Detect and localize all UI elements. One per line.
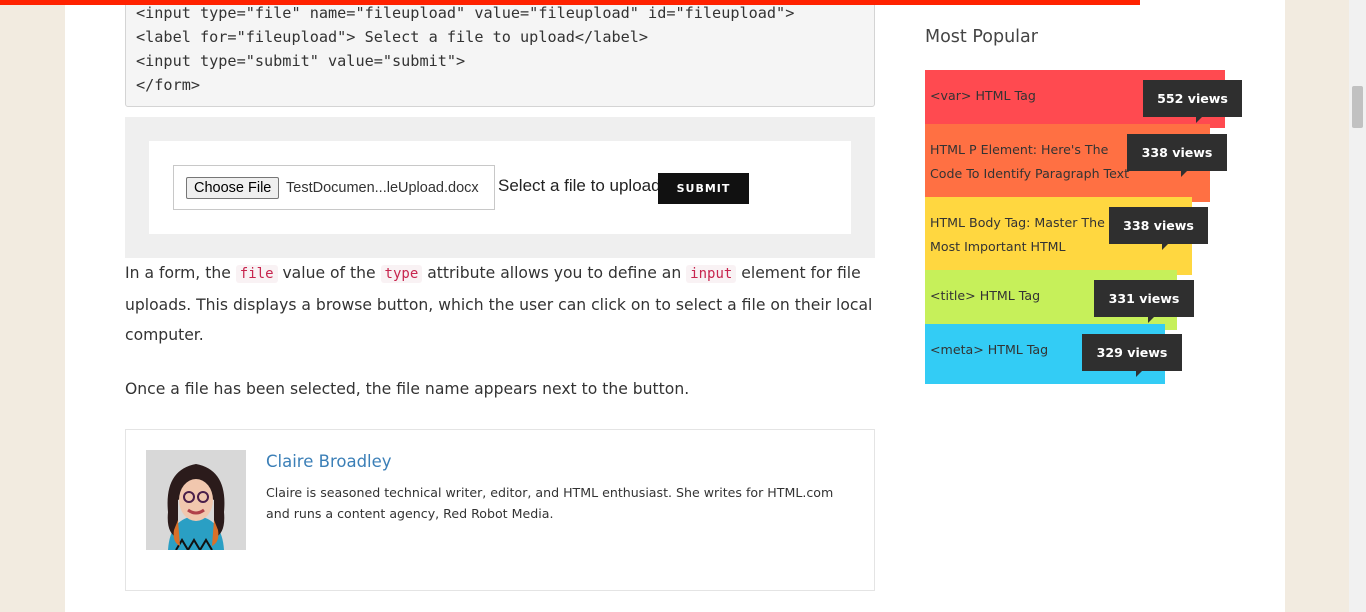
avatar-image xyxy=(146,450,246,550)
text: value of the xyxy=(277,264,381,282)
most-popular-heading: Most Popular xyxy=(925,27,1038,47)
text: attribute allows you to define an xyxy=(422,264,687,282)
reading-progress-bar xyxy=(0,0,1140,5)
selected-file-name: TestDocumen...leUpload.docx xyxy=(286,180,479,196)
author-avatar[interactable] xyxy=(146,450,246,550)
file-upload-label[interactable]: Select a file to upload xyxy=(498,176,661,196)
author-box: Claire Broadley Claire is seasoned techn… xyxy=(125,429,875,591)
popular-item-title[interactable]: <meta> HTML Tag xyxy=(930,338,1080,362)
article-paragraph: Once a file has been selected, the file … xyxy=(125,380,690,398)
inline-code: type xyxy=(380,265,423,283)
popular-item[interactable]: HTML Body Tag: Master The Most Important… xyxy=(925,197,1208,275)
code-line: </form> xyxy=(136,76,201,94)
inline-code: file xyxy=(235,265,278,283)
author-name[interactable]: Claire Broadley xyxy=(266,452,392,471)
popular-item-title-text[interactable]: HTML P Element: Here's The Code To Ident… xyxy=(930,142,1129,181)
code-line: <input type="submit" value="submit"> xyxy=(136,52,466,70)
scrollbar-thumb[interactable] xyxy=(1352,86,1363,128)
submit-button[interactable]: SUBMIT xyxy=(658,173,749,204)
text: In a form, the xyxy=(125,264,236,282)
popular-item-title[interactable]: HTML Body Tag: Master The Most Important… xyxy=(930,211,1115,259)
code-line: <label for="fileupload"> Select a file t… xyxy=(136,28,649,46)
demo-container: Choose File TestDocumen...leUpload.docx … xyxy=(125,117,875,258)
views-badge: 338 views xyxy=(1109,207,1208,250)
popular-item[interactable]: HTML P Element: Here's The Code To Ident… xyxy=(925,124,1227,202)
popular-item[interactable]: <title> HTML Tag 331 views xyxy=(925,270,1194,330)
popular-item-title[interactable]: <var> HTML Tag xyxy=(930,84,1145,108)
popular-item-title-text[interactable]: HTML Body Tag: Master The Most Important… xyxy=(930,215,1105,259)
choose-file-button[interactable]: Choose File xyxy=(186,177,280,199)
article-paragraph: In a form, the file value of the type at… xyxy=(125,258,875,351)
views-badge: 329 views xyxy=(1082,334,1182,377)
popular-item[interactable]: <var> HTML Tag 552 views xyxy=(925,70,1242,128)
file-input[interactable]: Choose File TestDocumen...leUpload.docx xyxy=(173,165,495,210)
popular-item-title[interactable]: <title> HTML Tag xyxy=(930,284,1090,308)
page-scrollbar[interactable] xyxy=(1349,0,1366,612)
inline-code: input xyxy=(686,265,737,283)
popular-item[interactable]: <meta> HTML Tag 329 views xyxy=(925,324,1182,384)
views-badge: 338 views xyxy=(1127,134,1227,177)
views-badge: 331 views xyxy=(1094,280,1194,323)
views-badge: 552 views xyxy=(1143,80,1242,123)
demo-form: Choose File TestDocumen...leUpload.docx … xyxy=(149,141,851,234)
author-bio: Claire is seasoned technical writer, edi… xyxy=(266,485,834,521)
popular-item-title[interactable]: HTML P Element: Here's The Code To Ident… xyxy=(930,138,1130,186)
code-block: <input type="file" name="fileupload" val… xyxy=(125,0,875,107)
